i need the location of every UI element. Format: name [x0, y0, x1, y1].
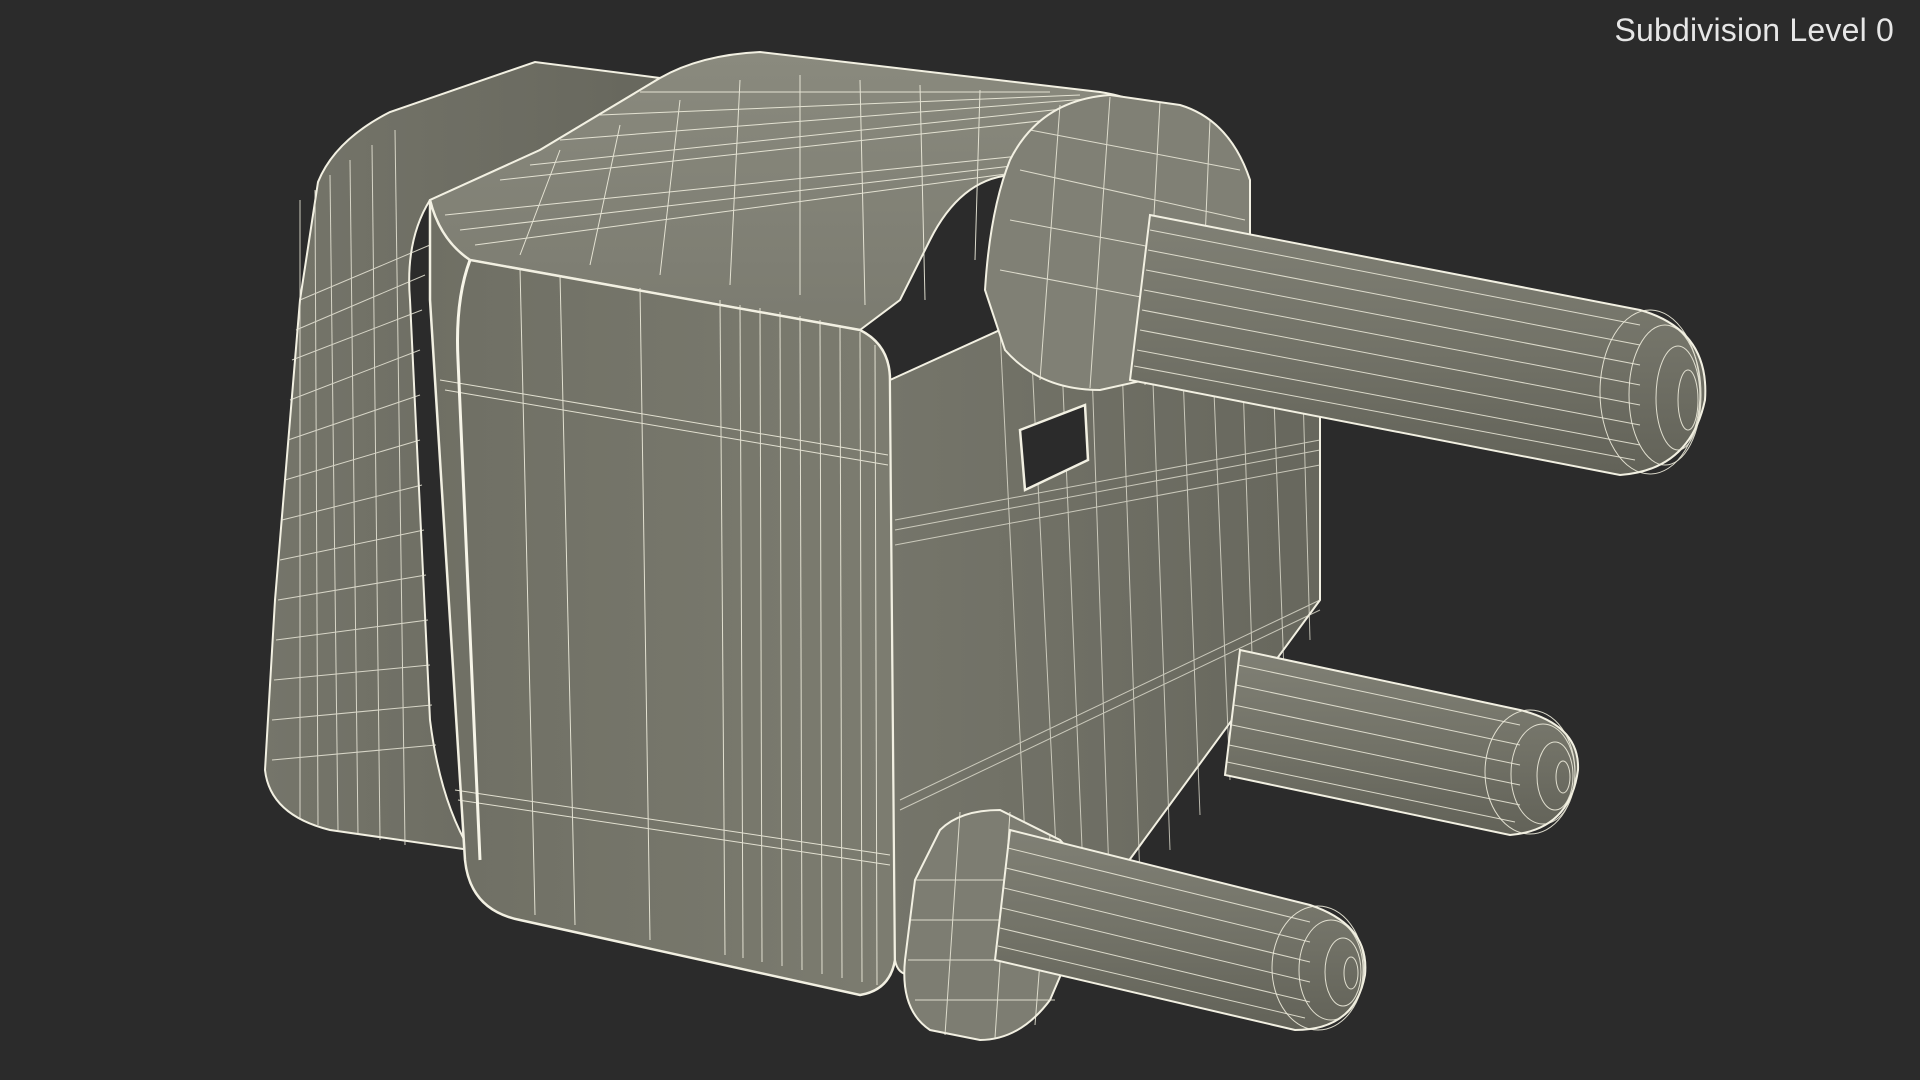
plug-wireframe-model	[263, 50, 1707, 1042]
render-viewport: Subdivision Level 0	[0, 0, 1920, 1080]
middle-pin	[1223, 648, 1580, 837]
